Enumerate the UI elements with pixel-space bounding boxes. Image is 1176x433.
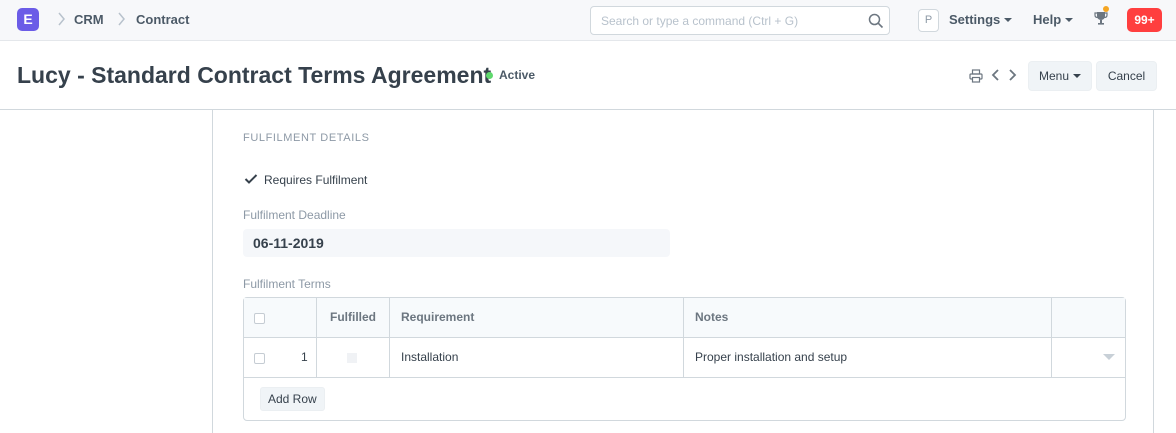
checkmark-icon[interactable] (244, 173, 258, 185)
menu-label: Menu (1038, 69, 1070, 83)
help-dropdown[interactable]: Help (1033, 12, 1074, 27)
caret-down-icon (1065, 17, 1074, 22)
cancel-button[interactable]: Cancel (1096, 61, 1157, 91)
row-index: 1 (301, 350, 308, 364)
settings-label: Settings (949, 12, 1001, 27)
status-indicator-dot (486, 72, 493, 79)
row-select-checkbox[interactable] (254, 353, 265, 364)
column-divider (683, 298, 684, 378)
chevron-right-icon (118, 12, 125, 26)
page-title: Lucy - Standard Contract Terms Agreement (17, 62, 492, 88)
caret-down-icon (1073, 73, 1082, 78)
settings-dropdown[interactable]: Settings (949, 12, 1013, 27)
fulfilment-deadline-field[interactable]: 06-11-2019 (243, 229, 670, 257)
notification-dot (1103, 6, 1109, 12)
fulfilment-terms-grid: Fulfilled Requirement Notes 1 Installati… (243, 297, 1126, 421)
section-title: FULFILMENT DETAILS (243, 132, 370, 144)
select-all-checkbox[interactable] (254, 313, 265, 324)
previous-record-icon[interactable] (990, 67, 1002, 83)
deadline-label: Fulfilment Deadline (243, 208, 346, 222)
notes-cell[interactable]: Proper installation and setup (695, 350, 847, 364)
table-row[interactable] (244, 338, 1125, 378)
add-row-button[interactable]: Add Row (260, 387, 325, 411)
breadcrumb-crm[interactable]: CRM (74, 12, 104, 27)
user-avatar[interactable]: P (918, 9, 939, 32)
print-icon[interactable] (969, 69, 983, 83)
status-badge: Active (499, 68, 536, 82)
sidebar (0, 110, 212, 433)
trophy-icon[interactable] (1093, 10, 1109, 26)
breadcrumb-contract[interactable]: Contract (136, 12, 189, 27)
page-head: Lucy - Standard Contract Terms Agreement… (0, 41, 1176, 110)
grid-header (244, 298, 1125, 338)
column-divider (316, 298, 317, 378)
row-edit-caret-icon[interactable] (1103, 354, 1115, 360)
column-divider (389, 298, 390, 378)
search-bar (590, 6, 890, 35)
requires-fulfilment-checkbox-label[interactable]: Requires Fulfilment (264, 173, 367, 187)
search-icon[interactable] (868, 13, 884, 29)
requirement-cell[interactable]: Installation (401, 350, 458, 364)
notification-badge[interactable]: 99+ (1127, 8, 1162, 32)
next-record-icon[interactable] (1006, 67, 1018, 83)
caret-down-icon (1004, 17, 1013, 22)
search-input[interactable] (591, 7, 853, 34)
help-label: Help (1033, 12, 1062, 27)
column-divider (1051, 298, 1052, 378)
navbar: E CRM Contract P Settings Help 99+ (0, 0, 1176, 41)
menu-button[interactable]: Menu (1028, 61, 1092, 91)
fulfilled-checkbox[interactable] (347, 353, 357, 363)
column-header-requirement[interactable]: Requirement (401, 310, 474, 324)
chevron-right-icon (58, 12, 65, 26)
column-header-notes[interactable]: Notes (695, 310, 728, 324)
column-header-fulfilled[interactable]: Fulfilled (330, 310, 376, 324)
terms-label: Fulfilment Terms (243, 277, 331, 291)
app-logo[interactable]: E (17, 8, 39, 31)
